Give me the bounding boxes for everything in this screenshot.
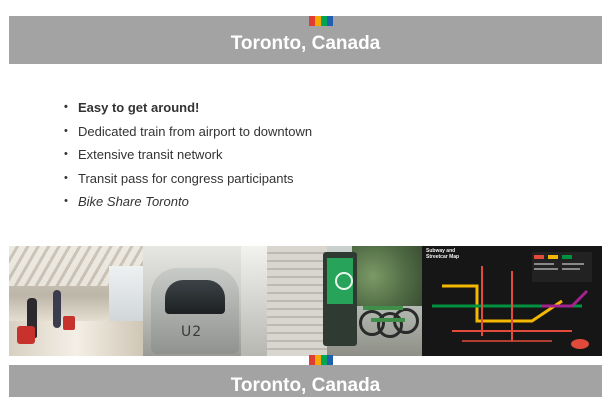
bike-share-kiosk bbox=[323, 252, 357, 346]
bike-frame bbox=[363, 306, 403, 310]
traveler bbox=[53, 290, 61, 328]
bike-frame bbox=[371, 318, 405, 322]
rainbow-stripe bbox=[309, 16, 333, 26]
footer-bar: Toronto, Canada bbox=[9, 355, 602, 397]
bullet-item: Extensive transit network bbox=[64, 143, 312, 167]
rainbow-stripe bbox=[309, 355, 333, 365]
suitcase bbox=[17, 326, 35, 344]
photo-strip: U2 Subway and Streetcar Map bbox=[9, 246, 602, 356]
bike-share-logo-icon bbox=[335, 272, 353, 290]
windshield bbox=[165, 280, 225, 314]
bike-share-photo bbox=[267, 246, 422, 356]
stripe-blue bbox=[327, 16, 333, 26]
building bbox=[267, 246, 327, 356]
header-bar: Toronto, Canada bbox=[9, 16, 602, 64]
bullet-list: Easy to get around! Dedicated train from… bbox=[64, 96, 312, 214]
bullet-item: Easy to get around! bbox=[64, 96, 312, 120]
kiosk-screen bbox=[327, 258, 353, 304]
platform bbox=[241, 246, 267, 356]
stripe-blue bbox=[327, 355, 333, 365]
map-title: Subway and Streetcar Map bbox=[426, 248, 459, 260]
airport-walkway-photo bbox=[9, 246, 143, 356]
footer-title: Toronto, Canada bbox=[230, 375, 381, 396]
trees bbox=[352, 246, 422, 306]
map-title-line2: Streetcar Map bbox=[426, 254, 460, 260]
bullet-item: Transit pass for congress participants bbox=[64, 167, 312, 191]
bullet-item: Dedicated train from airport to downtown bbox=[64, 120, 312, 144]
subway-map-photo: Subway and Streetcar Map bbox=[422, 246, 602, 356]
header-title: Toronto, Canada bbox=[230, 33, 381, 54]
train-logo: U2 bbox=[181, 324, 203, 340]
subway-map-graphic bbox=[422, 246, 602, 356]
suitcase bbox=[63, 316, 75, 330]
train-front: U2 bbox=[151, 268, 239, 354]
bullet-item: Bike Share Toronto bbox=[64, 190, 312, 214]
up-express-train-photo: U2 bbox=[143, 246, 267, 356]
